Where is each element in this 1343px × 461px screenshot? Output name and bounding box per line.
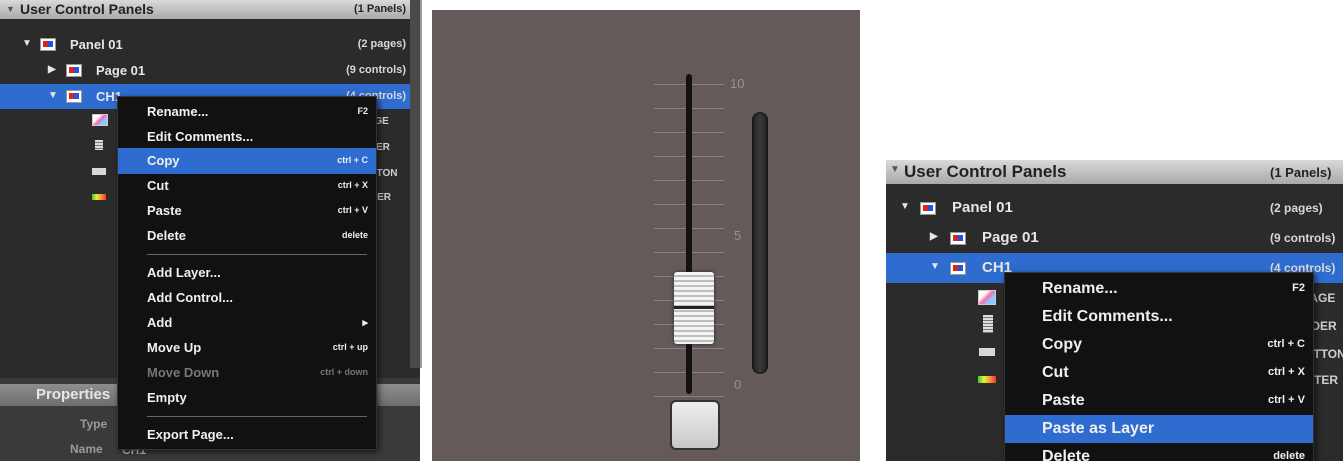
expanded-arrow-icon[interactable]: ▼ [48,90,58,101]
tree-header-count: (1 Panels) [354,3,406,15]
layer-icon [950,262,966,275]
page-icon [950,232,966,245]
expanded-arrow-icon[interactable]: ▼ [930,261,940,272]
menu-item-add-submenu[interactable]: Add ▸ [118,310,376,336]
tree-row-label: Page 01 [96,63,146,78]
tree-row-label: Page 01 [982,229,1039,246]
tree-header[interactable]: ▼ User Control Panels (1 Panels) [886,160,1343,184]
meter-control-icon [978,376,996,383]
menu-item-cut[interactable]: Cut ctrl + X [1005,359,1313,387]
context-menu: Rename... F2 Edit Comments... Copy ctrl + … [117,96,377,450]
menu-item-empty[interactable]: Empty [118,385,376,411]
expanded-arrow-icon[interactable]: ▼ [22,38,32,49]
fader-button[interactable] [670,400,720,450]
collapse-triangle-icon[interactable]: ▼ [890,164,900,175]
menu-item-rename[interactable]: Rename... F2 [118,99,376,125]
fader-preview: 10 5 0 [432,10,860,461]
fader-cap-line [674,306,714,309]
menu-item-copy[interactable]: Copy ctrl + C [118,148,376,174]
scale-label-min: 0 [734,377,742,392]
menu-item-edit-comments[interactable]: Edit Comments... [1005,303,1313,331]
tree-header[interactable]: ▼ User Control Panels (1 Panels) [0,0,412,19]
tree-row-count: (2 pages) [357,38,406,50]
fader-track[interactable] [686,74,692,394]
button-control-icon [92,168,106,175]
menu-item-cut[interactable]: Cut ctrl + X [118,173,376,199]
tree-row-page[interactable]: ▶ Page 01 (9 controls) [0,58,412,83]
collapse-triangle-icon[interactable]: ▼ [6,4,15,14]
collapsed-arrow-icon[interactable]: ▶ [48,64,56,75]
menu-item-delete[interactable]: Delete delete [1005,443,1313,461]
tree-row-panel[interactable]: ▼ Panel 01 (2 pages) [886,193,1343,223]
button-control-icon [979,348,995,356]
menu-item-paste[interactable]: Paste ctrl + V [1005,387,1313,415]
scale-tick [654,396,724,397]
menu-item-rename[interactable]: Rename... F2 [1005,275,1313,303]
menu-item-move-up[interactable]: Move Up ctrl + up [118,335,376,361]
tree-header-title: User Control Panels [20,1,154,17]
panel-icon [920,202,936,215]
fader-control-icon [95,140,103,150]
scale-label-mid: 5 [734,228,742,243]
menu-item-delete[interactable]: Delete delete [118,223,376,249]
right-tree-panel: ▼ User Control Panels (1 Panels) ▼ Panel… [886,160,1343,461]
menu-item-export-page[interactable]: Export Page... [118,422,376,448]
tree-row-count: (9 controls) [1270,231,1336,245]
image-control-icon [978,290,996,305]
tree-row-page[interactable]: ▶ Page 01 (9 controls) [886,223,1343,253]
page-icon [66,64,82,77]
image-control-icon [92,114,108,126]
menu-separator [147,254,367,255]
scale-label-max: 10 [730,76,745,91]
panel-icon [40,38,56,51]
submenu-arrow-icon: ▸ [362,317,368,329]
menu-item-paste-as-layer[interactable]: Paste as Layer [1005,415,1313,443]
context-menu: Rename... F2 Edit Comments... Copy ctrl + … [1004,272,1314,461]
meter-control-icon [92,194,106,200]
properties-title: Properties [36,386,111,403]
level-meter [752,112,768,374]
tree-header-count: (1 Panels) [1270,165,1332,180]
tree-row-label: Panel 01 [70,37,123,52]
tree-row-label: Panel 01 [952,199,1013,216]
tree-row-panel[interactable]: ▼ Panel 01 (2 pages) [0,32,412,57]
menu-item-add-layer[interactable]: Add Layer... [118,260,376,286]
menu-item-move-down: Move Down ctrl + down [147,365,368,380]
menu-item-edit-comments[interactable]: Edit Comments... [118,124,376,150]
tree-scroll-frame [410,0,422,368]
collapsed-arrow-icon[interactable]: ▶ [930,231,938,242]
menu-item-copy[interactable]: Copy ctrl + C [1005,331,1313,359]
menu-item-paste[interactable]: Paste ctrl + V [118,198,376,224]
tree-row-count: (2 pages) [1270,201,1323,215]
fader-control-icon [983,315,993,333]
tree-row-count: (9 controls) [346,64,406,76]
menu-separator [147,416,367,417]
expanded-arrow-icon[interactable]: ▼ [900,201,910,212]
layer-icon [66,90,82,103]
tree-header-title: User Control Panels [904,162,1067,181]
menu-item-add-control[interactable]: Add Control... [118,285,376,311]
